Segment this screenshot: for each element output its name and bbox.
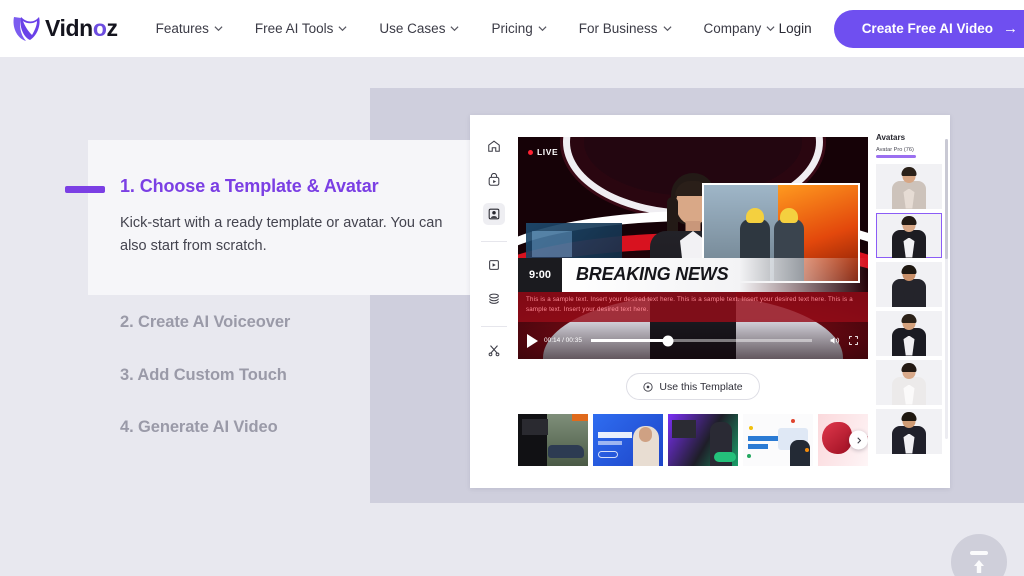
nav-item-for-business[interactable]: For Business (563, 21, 688, 36)
media-video-icon[interactable] (483, 254, 505, 276)
sidebar-divider (481, 326, 507, 327)
avatar-thumb-5[interactable] (876, 359, 942, 405)
template-thumb-workout[interactable] (668, 414, 738, 466)
use-template-label: Use this Template (659, 380, 743, 393)
nav-label: Pricing (491, 21, 533, 36)
time-box: 9:00 (518, 257, 562, 292)
nav-label: Features (155, 21, 209, 36)
use-template-row: Use this Template (518, 373, 868, 400)
step-item-2[interactable]: 2. Create AI Voiceover (120, 313, 290, 332)
ticker-text: This is a sample text. Insert your desir… (518, 291, 868, 322)
avatar-thumb-3[interactable] (876, 261, 942, 307)
avatar-pro-tab-label: Avatar Pro (76) (876, 147, 914, 153)
cta-label: Create Free AI Video (861, 21, 993, 36)
video-timestamp: 00:14 / 00:35 (544, 337, 582, 344)
live-label: LIVE (537, 147, 559, 157)
layers-stack-icon[interactable] (483, 288, 505, 310)
headline-bar: BREAKING NEWS (562, 257, 868, 292)
brand-name: Vidnoz (45, 15, 118, 41)
chevron-down-icon (214, 24, 223, 33)
lower-third-banner: 9:00 BREAKING NEWS This is a sample text… (518, 257, 868, 322)
template-thumb-software[interactable] (593, 414, 663, 466)
app-main-area: LIVE 9:00 BREAKING NEWS This is a sample… (518, 115, 868, 488)
avatar-thumb-2[interactable] (876, 212, 942, 258)
chevron-down-icon (450, 24, 459, 33)
template-thumb-how-to-website[interactable] (743, 414, 813, 466)
video-controls: 00:14 / 00:35 (518, 322, 868, 359)
nav-label: For Business (578, 21, 658, 36)
fullscreen-icon[interactable] (848, 335, 859, 346)
scroll-to-top-button[interactable] (951, 534, 1007, 576)
play-icon[interactable] (527, 333, 538, 348)
nav-item-free-ai-tools[interactable]: Free AI Tools (239, 21, 364, 36)
active-tab-underline (876, 155, 916, 158)
step-description: Kick-start with a ready template or avat… (120, 215, 443, 255)
volume-icon[interactable] (829, 335, 840, 346)
brand-logo[interactable]: Vidnoz (10, 14, 118, 44)
arrow-up-icon (971, 558, 987, 574)
avatars-scrollbar[interactable] (945, 139, 948, 439)
headline-text: BREAKING NEWS (576, 264, 729, 285)
chevron-down-icon (766, 24, 775, 33)
progress-handle[interactable] (662, 335, 674, 346)
chevron-down-icon (538, 24, 547, 33)
tools-scissors-icon[interactable] (483, 339, 505, 361)
nav-label: Company (703, 21, 762, 36)
live-dot-icon (528, 149, 533, 155)
login-link[interactable]: Login (779, 21, 812, 36)
home-icon[interactable] (483, 135, 505, 157)
video-template-icon[interactable] (483, 169, 505, 191)
step-item-3[interactable]: 3. Add Custom Touch (120, 366, 287, 385)
create-free-ai-video-button[interactable]: Create Free AI Video → (833, 9, 1024, 48)
nav-item-features[interactable]: Features (140, 21, 239, 36)
active-step-marker (65, 186, 105, 193)
vidnoz-v-logo-icon (10, 14, 44, 44)
chevron-down-icon (338, 24, 347, 33)
nav-item-company[interactable]: Company (688, 21, 792, 36)
nav-label: Use Cases (379, 21, 446, 36)
carousel-next-button[interactable] (849, 430, 868, 450)
nav-item-pricing[interactable]: Pricing (475, 21, 562, 36)
nav-item-use-cases[interactable]: Use Cases (363, 21, 475, 36)
use-this-template-button[interactable]: Use this Template (626, 373, 760, 400)
site-header: Vidnoz Features Free AI Tools Use Cases … (0, 0, 1024, 57)
chevron-down-icon (662, 24, 672, 33)
top-bar-indicator (970, 550, 988, 555)
progress-slider[interactable] (590, 335, 812, 346)
avatars-panel: Avatars Avatar Pro (76) (868, 115, 950, 488)
avatar-thumb-6[interactable] (876, 408, 942, 454)
scrollbar-thumb[interactable] (945, 139, 948, 259)
header-actions: Login Create Free AI Video → (779, 0, 1024, 57)
circle-plus-icon (643, 381, 653, 392)
arrow-right-icon: → (1003, 20, 1018, 37)
progress-fill (590, 339, 669, 342)
video-preview[interactable]: LIVE 9:00 BREAKING NEWS This is a sample… (518, 137, 868, 359)
sidebar-divider (481, 241, 507, 242)
live-badge: LIVE (528, 147, 558, 157)
avatars-panel-title: Avatars (876, 133, 906, 142)
avatar-thumb-1[interactable] (876, 163, 942, 209)
avatar-thumbnail-list (876, 163, 942, 454)
avatar-person-icon[interactable] (483, 203, 505, 225)
nav-label: Free AI Tools (254, 21, 334, 36)
step-item-4[interactable]: 4. Generate AI Video (120, 418, 278, 437)
step-title: 1. Choose a Template & Avatar (120, 176, 379, 196)
template-thumb-car-ad[interactable] (518, 414, 588, 466)
app-mockup: LIVE 9:00 BREAKING NEWS This is a sample… (470, 115, 950, 488)
chevron-right-icon (856, 436, 861, 444)
avatar-thumb-4[interactable] (876, 310, 942, 356)
main-navigation: Features Free AI Tools Use Cases Pricing… (140, 21, 792, 36)
template-carousel (518, 414, 868, 466)
avatar-pro-tab[interactable]: Avatar Pro (76) (876, 147, 916, 158)
app-sidebar (470, 115, 518, 488)
